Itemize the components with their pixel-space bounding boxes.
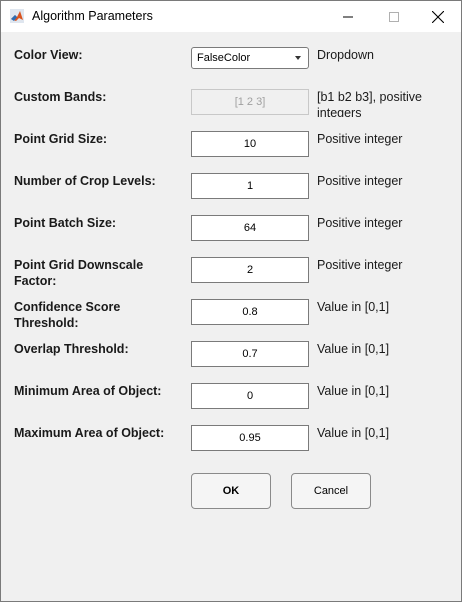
custom-bands-hint-line2: integers	[317, 106, 362, 117]
chevron-down-icon	[295, 56, 301, 60]
custom-bands-field: [1 2 3]	[191, 89, 309, 115]
confidence-threshold-hint: Value in [0,1]	[317, 300, 390, 314]
confidence-label-line1: Confidence Score	[14, 300, 121, 314]
min-area-hint: Value in [0,1]	[317, 384, 390, 398]
close-button[interactable]	[415, 1, 461, 32]
overlap-threshold-field[interactable]: 0.7	[191, 341, 309, 367]
downscale-factor-hint: Positive integer	[317, 258, 403, 272]
max-area-field[interactable]: 0.95	[191, 425, 309, 451]
minimize-button[interactable]	[325, 1, 371, 32]
confidence-threshold-field[interactable]: 0.8	[191, 299, 309, 325]
crop-levels-label: Number of Crop Levels:	[14, 174, 156, 188]
max-area-label: Maximum Area of Object:	[14, 426, 165, 440]
color-view-hint: Dropdown	[317, 48, 374, 62]
maximize-button[interactable]	[371, 1, 417, 32]
point-grid-size-label: Point Grid Size:	[14, 132, 108, 146]
window-title: Algorithm Parameters	[32, 9, 153, 23]
custom-bands-label: Custom Bands:	[14, 90, 107, 104]
crop-levels-field[interactable]: 1	[191, 173, 309, 199]
custom-bands-hint: [b1 b2 b3], positive integers	[317, 89, 422, 117]
point-batch-size-label: Point Batch Size:	[14, 216, 117, 230]
matlab-icon	[10, 9, 24, 23]
min-area-field[interactable]: 0	[191, 383, 309, 409]
algorithm-parameters-dialog: Algorithm Parameters Color View: FalseCo…	[0, 0, 462, 602]
crop-levels-hint: Positive integer	[317, 174, 403, 188]
point-grid-size-field[interactable]: 10	[191, 131, 309, 157]
point-batch-size-hint: Positive integer	[317, 216, 403, 230]
overlap-threshold-label: Overlap Threshold:	[14, 342, 129, 356]
downscale-label-line1: Point Grid Downscale	[14, 258, 144, 272]
custom-bands-hint-line1: [b1 b2 b3], positive	[317, 90, 422, 104]
point-batch-size-field[interactable]: 64	[191, 215, 309, 241]
color-view-dropdown[interactable]: FalseColor	[191, 47, 309, 69]
point-grid-size-hint: Positive integer	[317, 132, 403, 146]
minimize-icon	[343, 16, 353, 17]
title-bar: Algorithm Parameters	[1, 1, 461, 32]
min-area-label: Minimum Area of Object:	[14, 384, 162, 398]
downscale-factor-field[interactable]: 2	[191, 257, 309, 283]
cancel-button[interactable]: Cancel	[291, 473, 371, 509]
max-area-hint: Value in [0,1]	[317, 426, 390, 440]
color-view-value: FalseColor	[197, 52, 251, 64]
close-icon	[432, 10, 444, 23]
confidence-label-line2: Threshold:	[14, 316, 79, 330]
ok-button[interactable]: OK	[191, 473, 271, 509]
downscale-factor-label: Point Grid Downscale Factor:	[14, 257, 143, 289]
color-view-label: Color View:	[14, 48, 83, 62]
maximize-icon	[389, 11, 399, 22]
confidence-threshold-label: Confidence Score Threshold:	[14, 299, 120, 331]
downscale-label-line2: Factor:	[14, 274, 57, 288]
overlap-threshold-hint: Value in [0,1]	[317, 342, 390, 356]
